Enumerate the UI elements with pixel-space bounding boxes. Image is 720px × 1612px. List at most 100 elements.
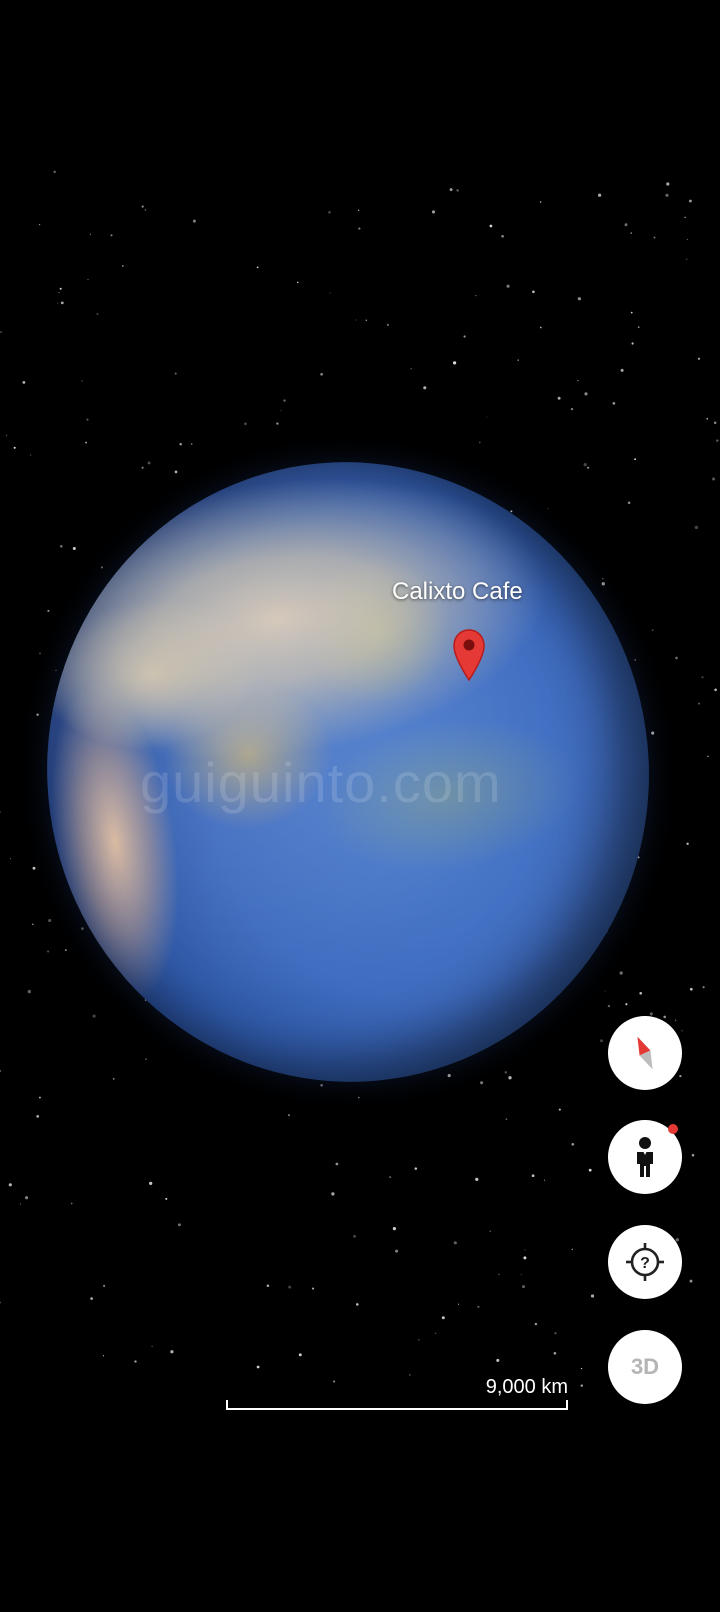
star bbox=[620, 368, 624, 372]
star bbox=[356, 1303, 359, 1306]
star bbox=[508, 1076, 512, 1080]
view-3d-button[interactable]: 3D bbox=[608, 1330, 682, 1404]
star bbox=[58, 292, 60, 294]
star bbox=[395, 1249, 399, 1253]
star bbox=[604, 990, 606, 992]
star bbox=[602, 578, 604, 580]
star bbox=[87, 279, 89, 281]
star bbox=[627, 501, 631, 505]
star bbox=[453, 1241, 457, 1245]
star bbox=[449, 188, 453, 192]
star bbox=[520, 1274, 522, 1276]
my-location-button[interactable]: ? bbox=[608, 1225, 682, 1299]
watermark-text: guiguinto.com bbox=[140, 751, 502, 814]
star bbox=[684, 216, 686, 219]
star bbox=[584, 392, 588, 396]
scale-label: 9,000 km bbox=[485, 1376, 568, 1398]
star bbox=[29, 454, 32, 456]
place-label[interactable]: Calixto Cafe bbox=[392, 578, 523, 606]
star bbox=[631, 342, 634, 345]
star bbox=[653, 236, 656, 239]
star bbox=[147, 461, 151, 465]
star bbox=[256, 1365, 260, 1369]
star bbox=[103, 1284, 106, 1287]
map-viewport[interactable]: guiguinto.com Calixto Cafe ? 3D 9,000 km bbox=[0, 0, 720, 1612]
star bbox=[280, 410, 282, 412]
star bbox=[36, 1115, 40, 1118]
star bbox=[707, 755, 709, 758]
street-view-button[interactable] bbox=[608, 1120, 682, 1194]
star bbox=[13, 446, 16, 449]
notification-badge bbox=[668, 1124, 678, 1134]
star bbox=[170, 1350, 174, 1354]
star bbox=[675, 1238, 679, 1242]
star bbox=[36, 713, 39, 716]
star bbox=[329, 292, 331, 294]
star bbox=[331, 1192, 335, 1196]
compass-icon bbox=[637, 1036, 653, 1070]
star bbox=[9, 858, 11, 860]
view-3d-label: 3D bbox=[630, 1354, 660, 1379]
star bbox=[679, 1074, 682, 1078]
star bbox=[60, 545, 63, 548]
star bbox=[624, 223, 628, 227]
star bbox=[59, 287, 62, 290]
star bbox=[358, 227, 361, 230]
star bbox=[698, 702, 700, 705]
star bbox=[53, 170, 56, 174]
star bbox=[651, 629, 654, 632]
star bbox=[141, 466, 144, 469]
star bbox=[145, 1058, 147, 1061]
star bbox=[539, 326, 542, 329]
star bbox=[90, 1297, 93, 1300]
star bbox=[89, 233, 91, 235]
star bbox=[553, 1351, 557, 1355]
star bbox=[27, 989, 31, 994]
star bbox=[517, 359, 519, 361]
star bbox=[288, 1285, 292, 1289]
star bbox=[637, 326, 640, 328]
star bbox=[102, 1355, 105, 1357]
star bbox=[554, 1332, 557, 1335]
star bbox=[57, 302, 59, 304]
location-pin-icon[interactable] bbox=[452, 628, 486, 682]
star bbox=[506, 284, 510, 288]
star bbox=[486, 416, 488, 418]
star bbox=[151, 1345, 153, 1348]
star bbox=[477, 1305, 480, 1309]
star bbox=[691, 1153, 695, 1157]
star bbox=[651, 731, 655, 735]
star bbox=[39, 652, 41, 654]
star bbox=[496, 1358, 500, 1362]
star bbox=[179, 443, 182, 446]
star bbox=[414, 1167, 418, 1170]
star bbox=[601, 582, 605, 586]
star bbox=[0, 1069, 2, 1072]
star bbox=[86, 418, 89, 421]
pegman-icon bbox=[637, 1137, 653, 1177]
star bbox=[716, 439, 719, 442]
star bbox=[504, 1071, 508, 1074]
star bbox=[81, 927, 84, 930]
star bbox=[298, 1353, 302, 1357]
star bbox=[480, 1081, 484, 1085]
star bbox=[417, 1338, 420, 1341]
star bbox=[688, 199, 692, 203]
star bbox=[701, 676, 704, 679]
star bbox=[365, 319, 368, 322]
star bbox=[580, 1384, 584, 1387]
star bbox=[55, 669, 57, 672]
star bbox=[296, 281, 299, 284]
star bbox=[358, 209, 360, 211]
star bbox=[328, 211, 331, 214]
svg-text:?: ? bbox=[640, 1255, 650, 1272]
star bbox=[706, 417, 709, 420]
star bbox=[607, 1004, 611, 1008]
star bbox=[577, 380, 579, 382]
star bbox=[713, 421, 717, 425]
star bbox=[5, 434, 8, 436]
star bbox=[355, 319, 357, 321]
star bbox=[634, 659, 636, 661]
star bbox=[410, 367, 412, 370]
compass-button[interactable] bbox=[608, 1016, 682, 1090]
